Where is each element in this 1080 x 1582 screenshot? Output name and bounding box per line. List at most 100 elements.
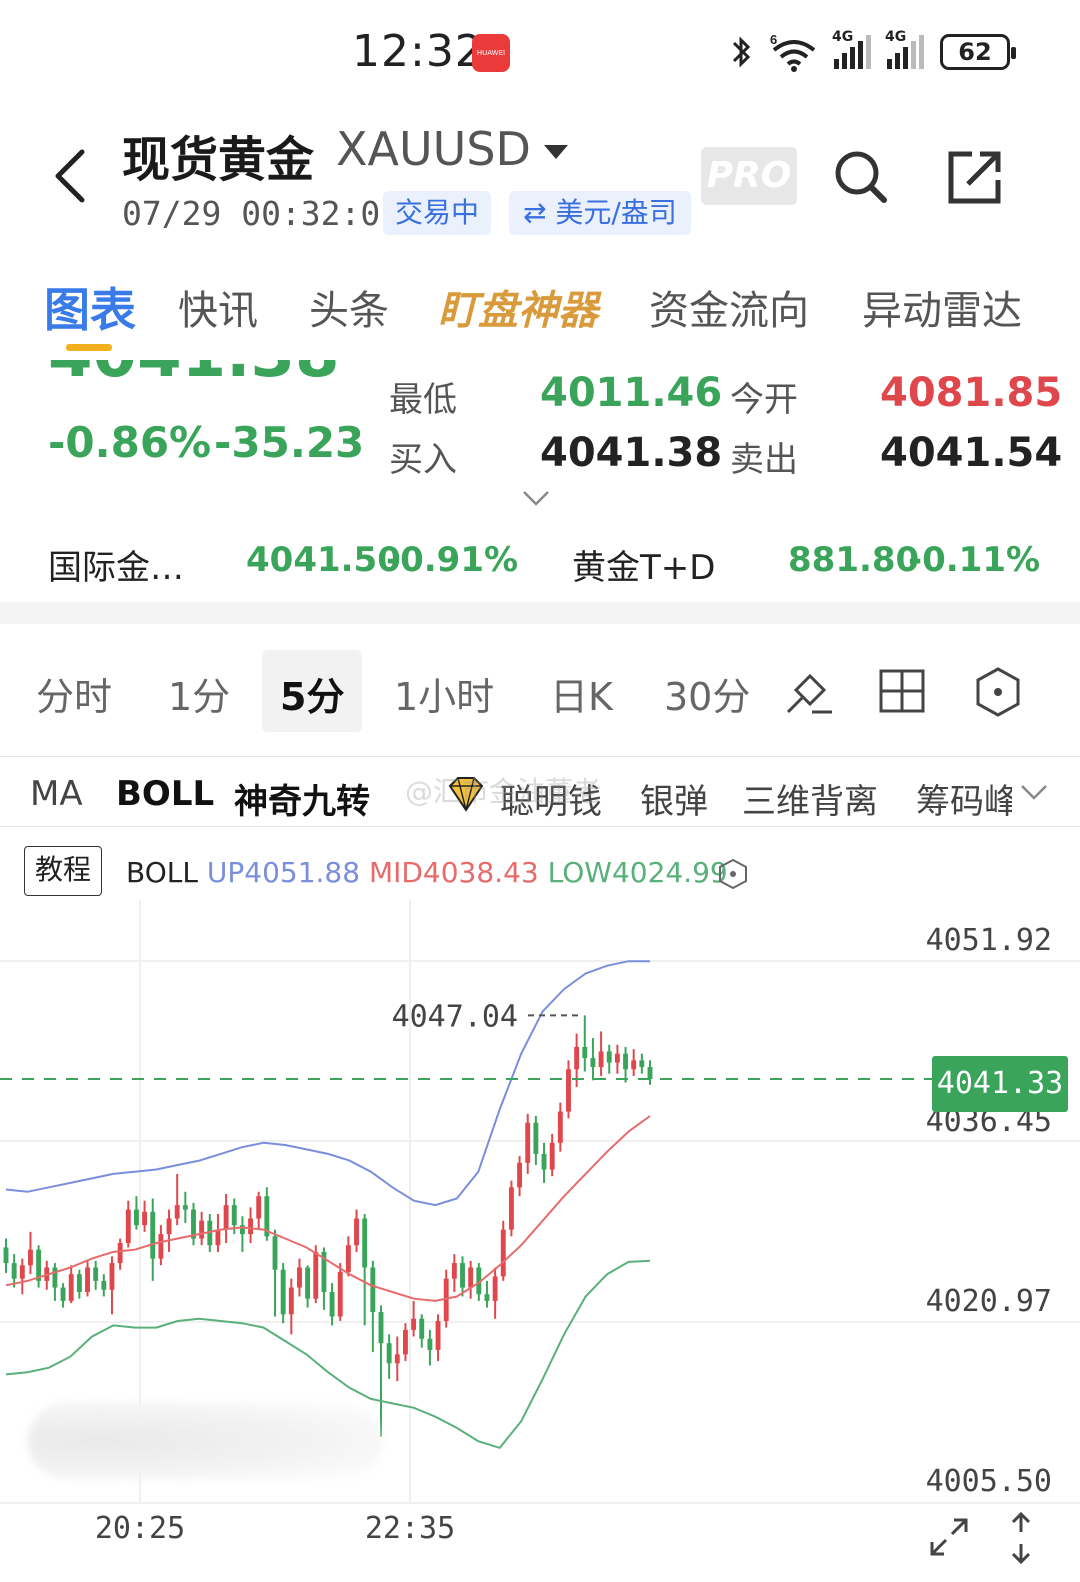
main-tab-bar: 图表 快讯 头条 盯盘神器 资金流向 异动雷达 — [0, 278, 1080, 352]
candle-body — [125, 1209, 131, 1243]
back-arrow-icon[interactable] — [48, 146, 92, 206]
related-pct-1: -0.91% — [386, 540, 519, 580]
bluetooth-icon — [732, 36, 751, 68]
candle-body — [517, 1162, 523, 1188]
pro-button[interactable]: PRO — [701, 147, 797, 205]
candle-body — [248, 1218, 254, 1235]
candle-body — [223, 1205, 229, 1230]
y-axis-label: 4051.92 — [926, 923, 1052, 958]
chart-settings-icon[interactable] — [974, 666, 1022, 718]
period-tab-timeshare[interactable]: 分时 — [36, 666, 112, 721]
candle-body — [557, 1111, 563, 1143]
period-tab-1min[interactable]: 1分 — [168, 666, 230, 721]
search-icon[interactable] — [832, 148, 888, 204]
divider — [0, 826, 1080, 827]
candle-body — [345, 1245, 351, 1272]
fullscreen-icon[interactable] — [928, 1516, 970, 1558]
candle-body — [3, 1247, 9, 1264]
candle-body — [133, 1209, 139, 1226]
symbol-dropdown-caret-icon[interactable] — [544, 145, 568, 159]
boll-low-value: LOW4024.99 — [547, 856, 728, 889]
expand-chevron-icon[interactable] — [522, 488, 550, 508]
huawei-app-icon: HUAWEI — [472, 34, 510, 72]
period-tab-5min[interactable]: 5分 — [280, 666, 344, 721]
candle-body — [142, 1211, 148, 1226]
tab-chart[interactable]: 图表 — [44, 274, 136, 340]
period-tab-1hour[interactable]: 1小时 — [394, 666, 494, 721]
indicator-tab-3d-divergence[interactable]: 三维背离 — [742, 774, 878, 823]
candle-body — [231, 1205, 237, 1226]
cellular-signal-2-icon: 4G — [885, 29, 924, 69]
candle-body — [93, 1267, 99, 1281]
draw-tool-icon[interactable] — [784, 664, 836, 716]
layout-grid-icon[interactable] — [878, 668, 926, 714]
candle-body — [76, 1274, 82, 1293]
candle-body — [574, 1046, 580, 1070]
currency-unit-badge[interactable]: ⇄ 美元/盎司 — [509, 191, 691, 235]
candle-body — [582, 1046, 588, 1059]
vertical-scale-icon[interactable] — [1006, 1512, 1036, 1564]
y-axis-label: 4005.50 — [926, 1464, 1052, 1499]
status-icons: 6 4G 4G 62 — [728, 29, 1016, 74]
candle-body — [386, 1343, 392, 1364]
candle-body — [85, 1267, 90, 1293]
related-value-1: 4041.50 — [246, 540, 401, 580]
candle-body — [549, 1142, 555, 1170]
period-tab-30min[interactable]: 30分 — [664, 666, 750, 721]
candle-body — [606, 1051, 612, 1063]
symbol-code[interactable]: XAUUSD — [336, 122, 531, 176]
change-amount: -35.23 — [214, 418, 365, 467]
candle-body — [402, 1329, 408, 1355]
related-name-1[interactable]: 国际金… — [48, 540, 184, 589]
wifi-icon: 6 — [770, 32, 816, 72]
candle-body — [305, 1267, 311, 1299]
low-value: 4011.46 — [540, 370, 723, 416]
indicator-tab-chip-peak[interactable]: 筹码峰 — [916, 774, 1012, 823]
candle-body — [378, 1312, 384, 1344]
tab-anomaly-radar[interactable]: 异动雷达 — [862, 278, 1022, 336]
candle-body — [468, 1267, 474, 1288]
related-name-2[interactable]: 黄金T+D — [572, 540, 715, 589]
candle-body — [411, 1318, 417, 1330]
candle-body — [614, 1053, 620, 1063]
indicator-tab-boll[interactable]: BOLL — [116, 774, 214, 814]
y-axis-label: 4020.97 — [926, 1284, 1052, 1319]
tab-flash-news[interactable]: 快讯 — [178, 278, 258, 336]
open-value: 4081.85 — [880, 370, 1063, 416]
candle-body — [28, 1249, 33, 1266]
candle-body — [500, 1229, 506, 1277]
tab-headlines[interactable]: 头条 — [309, 278, 389, 336]
change-percent: -0.86% — [48, 418, 212, 467]
candle-body — [647, 1067, 653, 1079]
indicator-tab-ma[interactable]: MA — [30, 774, 83, 814]
candle-body — [394, 1354, 400, 1364]
boll-mid-value: MID4038.43 — [368, 856, 539, 889]
period-tab-daily[interactable]: 日K — [550, 666, 613, 721]
candle-body — [158, 1234, 164, 1259]
indicator-settings-icon[interactable] — [718, 858, 748, 890]
boll-up-value: UP4051.88 — [206, 856, 361, 889]
active-tab-indicator — [66, 344, 112, 351]
tab-monitor-tool[interactable]: 盯盘神器 — [438, 278, 598, 336]
tutorial-button[interactable]: 教程 — [24, 846, 102, 896]
candle-body — [182, 1205, 188, 1210]
wifi-label: 6 — [770, 32, 777, 47]
candle-body — [427, 1338, 433, 1350]
candle-body — [354, 1218, 359, 1246]
share-icon[interactable] — [946, 148, 1004, 206]
candle-body — [419, 1318, 425, 1339]
candle-body — [525, 1122, 531, 1163]
candle-body — [256, 1196, 262, 1219]
weibo-watermark: @汇市金油董老 — [405, 775, 602, 808]
candle-body — [280, 1269, 286, 1315]
boll-name: BOLL — [126, 856, 198, 889]
quote-timestamp: 07/29 00:32:01 — [122, 194, 401, 233]
related-pct-2: -0.11% — [908, 540, 1041, 580]
candle-body — [337, 1271, 343, 1317]
indicator-more-chevron-icon[interactable] — [1020, 782, 1048, 802]
candle-body — [362, 1218, 368, 1268]
tab-fund-flow[interactable]: 资金流向 — [649, 278, 809, 336]
indicator-tab-magic-nine[interactable]: 神奇九转 — [234, 774, 370, 823]
candle-body — [460, 1263, 465, 1288]
high-marker-label: 4047.04 — [392, 999, 518, 1034]
